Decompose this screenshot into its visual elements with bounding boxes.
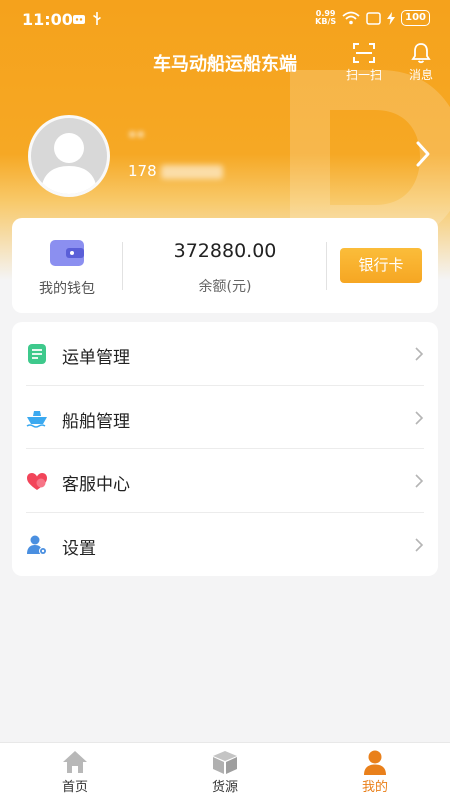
menu-item-ship-management[interactable]: 船舶管理 [12, 386, 438, 450]
message-button[interactable]: 消息 [398, 42, 444, 83]
my-wallet-button[interactable]: 我的钱包 [12, 218, 122, 313]
status-bar: 11:00 0.99 KB/S 100 [0, 0, 450, 40]
bell-icon [411, 43, 431, 64]
scan-icon [353, 43, 375, 63]
menu-item-label: 客服中心 [62, 475, 130, 495]
bank-card-button[interactable]: 银行卡 [340, 248, 422, 283]
phone-prefix: 178 [128, 162, 157, 180]
default-avatar-icon [41, 133, 97, 194]
tab-cargo[interactable]: 货源 [150, 743, 300, 800]
message-label: 消息 [408, 68, 433, 82]
user-name: ** [128, 128, 145, 148]
charging-icon [387, 11, 396, 25]
tab-label: 我的 [361, 780, 388, 795]
wifi-icon [342, 11, 360, 25]
bottom-tab-bar: 首页 货源 我的 [0, 742, 450, 800]
settings-user-icon [27, 535, 47, 555]
ship-icon [26, 410, 47, 428]
menu-list: 运单管理 船舶管理 客服中心 设置 [12, 322, 438, 576]
usb-icon [93, 12, 101, 25]
scan-label: 扫一扫 [345, 68, 382, 82]
network-speed: 0.99 KB/S [315, 10, 336, 26]
scan-button[interactable]: 扫一扫 [340, 42, 388, 83]
menu-item-waybill-management[interactable]: 运单管理 [12, 322, 438, 386]
user-phone: 178 [128, 162, 224, 180]
tab-home[interactable]: 首页 [0, 743, 150, 800]
balance-amount: 372880.00 [173, 240, 277, 262]
cargo-box-icon [213, 751, 237, 774]
avatar[interactable] [28, 115, 110, 197]
divider [326, 242, 327, 290]
customer-service-icon [27, 473, 47, 490]
notification-icon [73, 15, 85, 24]
menu-item-label: 运单管理 [62, 348, 130, 368]
network-speed-unit: KB/S [315, 17, 337, 26]
chevron-right-icon [415, 410, 424, 425]
profile-chevron-right-icon[interactable] [414, 140, 432, 168]
home-icon [63, 751, 87, 773]
chevron-right-icon [415, 537, 424, 552]
chevron-right-icon [415, 474, 424, 488]
menu-item-customer-service[interactable]: 客服中心 [12, 449, 438, 513]
tab-mine[interactable]: 我的 [300, 743, 450, 800]
screen-icon [366, 11, 381, 25]
chevron-right-icon [415, 347, 424, 361]
menu-item-settings[interactable]: 设置 [12, 513, 438, 577]
menu-item-label: 船舶管理 [62, 411, 130, 432]
menu-item-label: 设置 [62, 538, 96, 559]
tab-label: 货源 [211, 780, 238, 795]
phone-mask [161, 164, 224, 179]
person-icon [364, 750, 386, 775]
status-time: 11:00 [22, 10, 73, 29]
balance-label: 余额(元) [198, 279, 252, 295]
divider [122, 242, 123, 290]
waybill-icon [28, 344, 46, 364]
tab-label: 首页 [61, 780, 88, 795]
battery-level: 100 [401, 10, 430, 26]
wallet-icon [50, 240, 84, 266]
wallet-label: 我的钱包 [39, 281, 95, 297]
wallet-card: 我的钱包 372880.00 余额(元) 银行卡 [12, 218, 438, 313]
